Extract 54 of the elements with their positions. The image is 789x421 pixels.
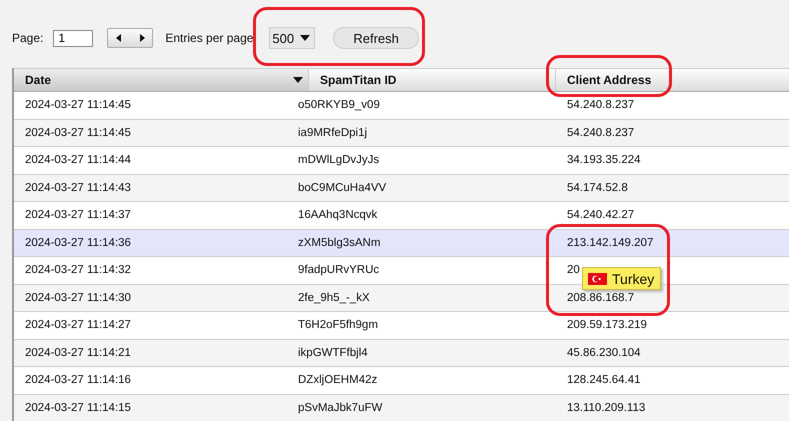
table-cell-text: 13.110.209.113: [566, 402, 646, 414]
table-cell-text: 54.174.52.8: [566, 182, 629, 194]
table-cell-text: 16AAhq3Ncqvk: [298, 209, 378, 222]
column-header[interactable]: Client Address: [555, 69, 789, 91]
table-cell-text: 2024-03-27 11:14:30: [24, 292, 132, 304]
table-row[interactable]: 2024-03-27 11:14:36 zXM5blg3sANm 213.142.149.207: [14, 230, 789, 257]
column-header[interactable]: Date: [14, 69, 309, 91]
table-cell-text: 9fadpURvYRUc: [298, 264, 380, 276]
table-cell-text: DZxljOEHM42z: [298, 374, 378, 386]
refresh-button[interactable]: Refresh: [333, 27, 420, 49]
page-input[interactable]: 1: [53, 30, 94, 46]
flag-icon: [588, 272, 607, 284]
table-cell-text: 2024-03-27 11:14:16: [24, 374, 132, 386]
table-cell-text: 2024-03-27 11:14:45: [24, 99, 132, 112]
table-cell-text: 2024-03-27 11:14:32: [24, 264, 132, 276]
dropdown-icon: [300, 35, 310, 41]
table-cell-text: 128.245.64.41: [566, 374, 642, 386]
entries-label: Entries per page: [165, 31, 254, 45]
table-cell-text: 209.59.173.219: [566, 319, 648, 332]
table-cell-text: 54.240.42.27: [566, 209, 636, 222]
column-header[interactable]: SpamTitan ID: [309, 69, 555, 91]
table-cell-text: 2fe_9h5_-_kX: [298, 292, 371, 304]
tooltip: Turkey: [582, 267, 662, 290]
table-cell-text: boC9MCuHa4VV: [298, 182, 388, 194]
table-cell-text: 2024-03-27 11:14:27: [24, 319, 132, 332]
table-cell-text: 2024-03-27 11:14:44: [24, 154, 132, 166]
table-cell-text: 2024-03-27 11:14:37: [24, 209, 132, 222]
table-cell-text: 54.240.8.237: [566, 126, 636, 139]
table-cell-text: 34.193.35.224: [566, 154, 642, 166]
table-row[interactable]: 2024-03-27 11:14:45 ia9MRfeDpi1j 54.240.8.237: [14, 120, 789, 147]
table-row[interactable]: 2024-03-27 11:14:43 boC9MCuHa4VV 54.174.52.8: [14, 174, 789, 202]
table-row[interactable]: 2024-03-27 11:14:21 ikpGWTFfbjl4 45.86.230.104: [14, 340, 789, 367]
table-cell-text: T6H2oF5fh9gm: [298, 319, 379, 332]
entries-select[interactable]: 500: [269, 27, 316, 49]
table-cell-text: 208.86.168.7: [566, 292, 636, 304]
table-cell-text: 2024-03-27 11:14:43: [24, 182, 132, 194]
table-cell-text: zXM5blg3sANm: [298, 236, 382, 249]
table-cell-text: 2024-03-27 11:14:21: [24, 346, 132, 359]
sort-icon: [293, 77, 303, 83]
table-cell-text: 20: [566, 264, 581, 276]
table-cell-text: 2024-03-27 11:14:36: [24, 236, 132, 249]
table-cell-text: 213.142.149.207: [566, 236, 654, 249]
table-cell-text: ikpGWTFfbjl4: [298, 346, 369, 359]
table-cell-text: 2024-03-27 11:14:15: [24, 402, 132, 414]
table-cell-text: o50RKYB9_v09: [298, 99, 381, 112]
page-label: Page:: [12, 31, 44, 45]
table-cell-text: 2024-03-27 11:14:45: [24, 126, 132, 139]
pager-buttons[interactable]: [107, 28, 154, 48]
table-cell-text: 45.86.230.104: [566, 346, 642, 359]
table-row[interactable]: 2024-03-27 11:14:15 pSvMaJbk7uFW 13.110.209.113: [14, 394, 789, 421]
table-cell-text: 54.240.8.237: [566, 99, 636, 112]
table-cell-text: pSvMaJbk7uFW: [298, 402, 384, 414]
table-cell-text: ia9MRfeDpi1j: [298, 126, 368, 139]
table-cell-text: mDWlLgDvJyJs: [298, 154, 380, 166]
